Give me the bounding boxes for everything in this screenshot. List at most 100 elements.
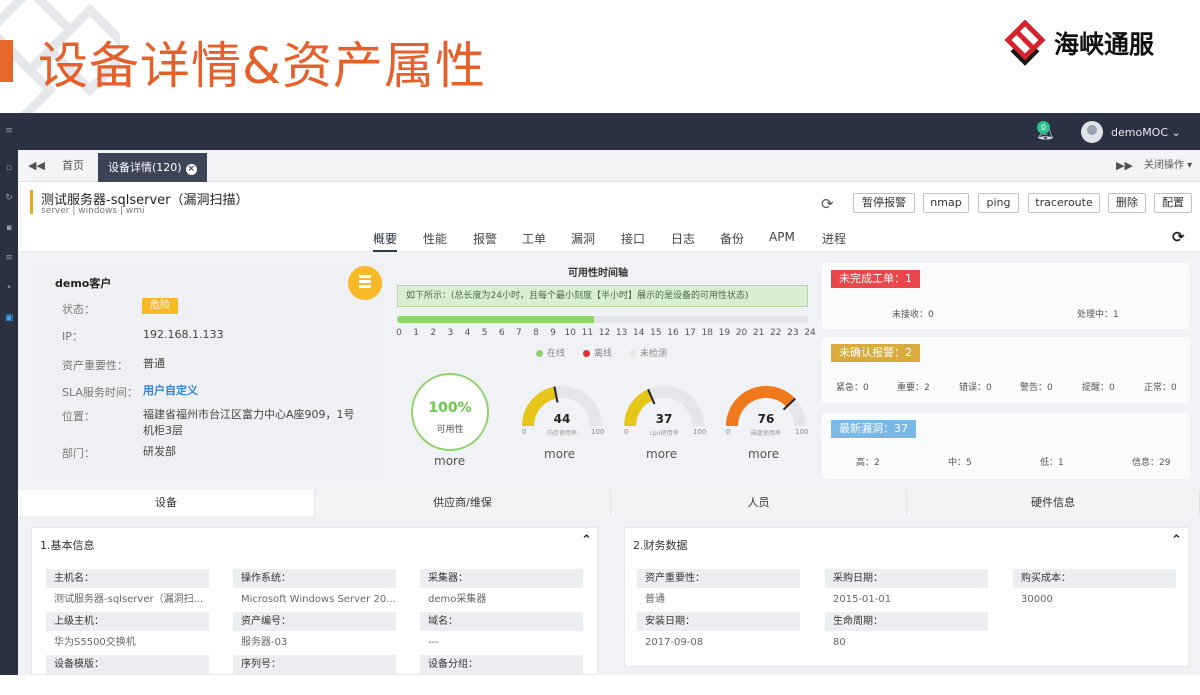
title-accent-bar (0, 40, 13, 82)
alarm-tag[interactable]: 未确认报警：2 (831, 344, 920, 362)
tab-device-detail[interactable]: 设备详情(120) × (98, 153, 207, 182)
rail-grid-icon[interactable]: ▪ (3, 223, 15, 233)
sla-link[interactable]: 用户自定义 (143, 383, 358, 399)
rail-dashboard-icon[interactable]: ▫ (3, 163, 15, 173)
customer-card: demo客户 状态： 危险 IP： 192.168.1.133 资产重要性： 普… (31, 263, 386, 479)
brand-name: 海峡通服 (1054, 30, 1155, 59)
gauge-min: 0 (624, 428, 629, 436)
timeline-tick: 2 (430, 328, 437, 338)
rail-list-icon[interactable]: ≡ (3, 253, 15, 263)
tab-personnel[interactable]: 人员 (611, 490, 907, 516)
timeline-tick: 23 (787, 328, 799, 338)
tab-performance[interactable]: 性能 (423, 230, 447, 247)
tab-home[interactable]: 首页 (62, 150, 84, 182)
legend-unchecked: 未检测 (629, 346, 667, 359)
legend-online-label: 在线 (547, 349, 566, 359)
tab-alarms[interactable]: 报警 (473, 230, 497, 247)
rail-refresh-icon[interactable]: ↻ (3, 193, 15, 203)
field-value: --- (428, 637, 439, 648)
location-value: 福建省福州市台江区富力中心A座909，1号机柜3层 (143, 408, 355, 437)
tabs-forward-icon[interactable]: ▶▶ (1116, 150, 1133, 182)
availability-gauge: 100% 可用性 (409, 371, 491, 453)
tab-vulnerabilities[interactable]: 漏洞 (571, 230, 595, 247)
vuln-tag[interactable]: 最新漏洞：37 (831, 420, 916, 438)
status-badge: 危险 (142, 298, 178, 314)
collapse-icon[interactable]: ⌃ (581, 533, 592, 548)
field-value: 测试服务器-sqlserver（漏洞扫... (54, 594, 204, 605)
workorder-tag[interactable]: 未完成工单：1 (831, 270, 920, 288)
tab-vendor[interactable]: 供应商/维保 (315, 490, 611, 516)
field-label: 域名： (420, 612, 583, 631)
ping-button[interactable]: ping (978, 193, 1019, 213)
user-menu[interactable]: demoMOC ⌄ (1111, 126, 1181, 139)
gauge-label: 内存使用率 (546, 430, 577, 437)
server-icon (348, 266, 382, 300)
vuln-low: 低：1 (1040, 458, 1064, 468)
field-label: 安装日期： (637, 612, 800, 631)
vuln-info: 信息：29 (1132, 458, 1171, 468)
rail-monitor-icon[interactable]: ▣ (3, 313, 15, 323)
tab-processes[interactable]: 进程 (822, 230, 846, 247)
tabs-back-icon[interactable]: ◀◀ (28, 150, 45, 182)
delete-button[interactable]: 删除 (1108, 193, 1146, 213)
tab-backup[interactable]: 备份 (720, 230, 744, 247)
timeline-tick: 14 (633, 328, 645, 338)
ip-value: 192.168.1.133 (143, 328, 224, 341)
tab-workorders[interactable]: 工单 (522, 230, 546, 247)
field-label: 设备模版： (46, 655, 209, 674)
alarm-warning: 警告：0 (1020, 383, 1053, 393)
unchecked-dot-icon (629, 350, 636, 357)
device-accent-bar (30, 190, 33, 214)
field-value: Microsoft Windows Server 20... (241, 594, 396, 605)
usage-gauge: 76 磁盘使用率 0 100 (723, 378, 809, 438)
tab-interfaces[interactable]: 接口 (621, 230, 645, 247)
finance-panel: 2.财务数据 ⌃ 资产重要性： 普通 采购日期： 2015-01-01 购买成本： 300… (624, 527, 1189, 667)
close-icon[interactable]: × (185, 164, 197, 175)
field-label: 资产编号： (233, 612, 396, 631)
timeline-tick: 10 (564, 328, 576, 338)
alarm-major: 重要：2 (897, 383, 930, 393)
tab-logs[interactable]: 日志 (671, 230, 695, 247)
timeline-tick: 8 (533, 328, 539, 338)
refresh-icon[interactable]: ⟳ (821, 195, 834, 213)
close-ops-menu[interactable]: 关闭操作 ▾ (1144, 150, 1192, 182)
dept-label: 部门： (62, 447, 95, 460)
rail-user-icon[interactable]: • (3, 283, 15, 293)
availability-note: 如下所示：(总长度为24小时，且每个最小刻度【半小时】展示的是设备的可用性状态) (397, 285, 808, 307)
field-label: 采集器： (420, 569, 583, 588)
availability-more-link[interactable]: more (434, 454, 465, 468)
menu-icon[interactable]: ≡ (3, 126, 15, 136)
importance-value: 普通 (143, 357, 165, 370)
gauge-more-link[interactable]: more (748, 447, 779, 461)
location-label: 位置： (62, 410, 95, 423)
brand: 海峡通服 (1004, 20, 1154, 66)
nmap-button[interactable]: nmap (923, 193, 969, 213)
top-navbar: 🔔︎ 0 demoMOC ⌄ (0, 113, 1200, 150)
availability-online-fill (397, 316, 595, 323)
workorder-card: 未完成工单：1 未接收：0 处理中：1 (822, 263, 1190, 329)
legend-offline: 离线 (583, 346, 612, 359)
field-label: 采购日期： (825, 569, 988, 588)
tab-overview[interactable]: 概要 (373, 230, 398, 252)
gauge-value: 76 (757, 412, 775, 426)
timeline-tick: 6 (498, 328, 505, 338)
gauge-more-link[interactable]: more (544, 447, 575, 461)
traceroute-button[interactable]: traceroute (1028, 193, 1100, 213)
nav-refresh-icon[interactable]: ⟳ (1172, 228, 1185, 246)
tab-hardware[interactable]: 硬件信息 (907, 490, 1200, 516)
collapse-icon[interactable]: ⌃ (1171, 533, 1182, 548)
pause-alarm-button[interactable]: 暂停报警 (853, 193, 915, 213)
slide-title: 设备详情&资产属性 (38, 37, 486, 95)
avatar[interactable] (1081, 121, 1103, 143)
gauge-value: 44 (553, 412, 571, 426)
config-button[interactable]: 配置 (1154, 193, 1192, 213)
gauge-min: 0 (522, 428, 527, 436)
tab-device[interactable]: 设备 (18, 490, 315, 516)
timeline-tick: 24 (804, 328, 816, 338)
vuln-medium: 中：5 (948, 458, 972, 468)
tab-apm[interactable]: APM (769, 230, 795, 244)
field-value: 80 (833, 637, 846, 648)
timeline-tick: 0 (396, 328, 402, 338)
field-value: 2017-09-08 (645, 637, 704, 648)
gauge-more-link[interactable]: more (646, 447, 677, 461)
